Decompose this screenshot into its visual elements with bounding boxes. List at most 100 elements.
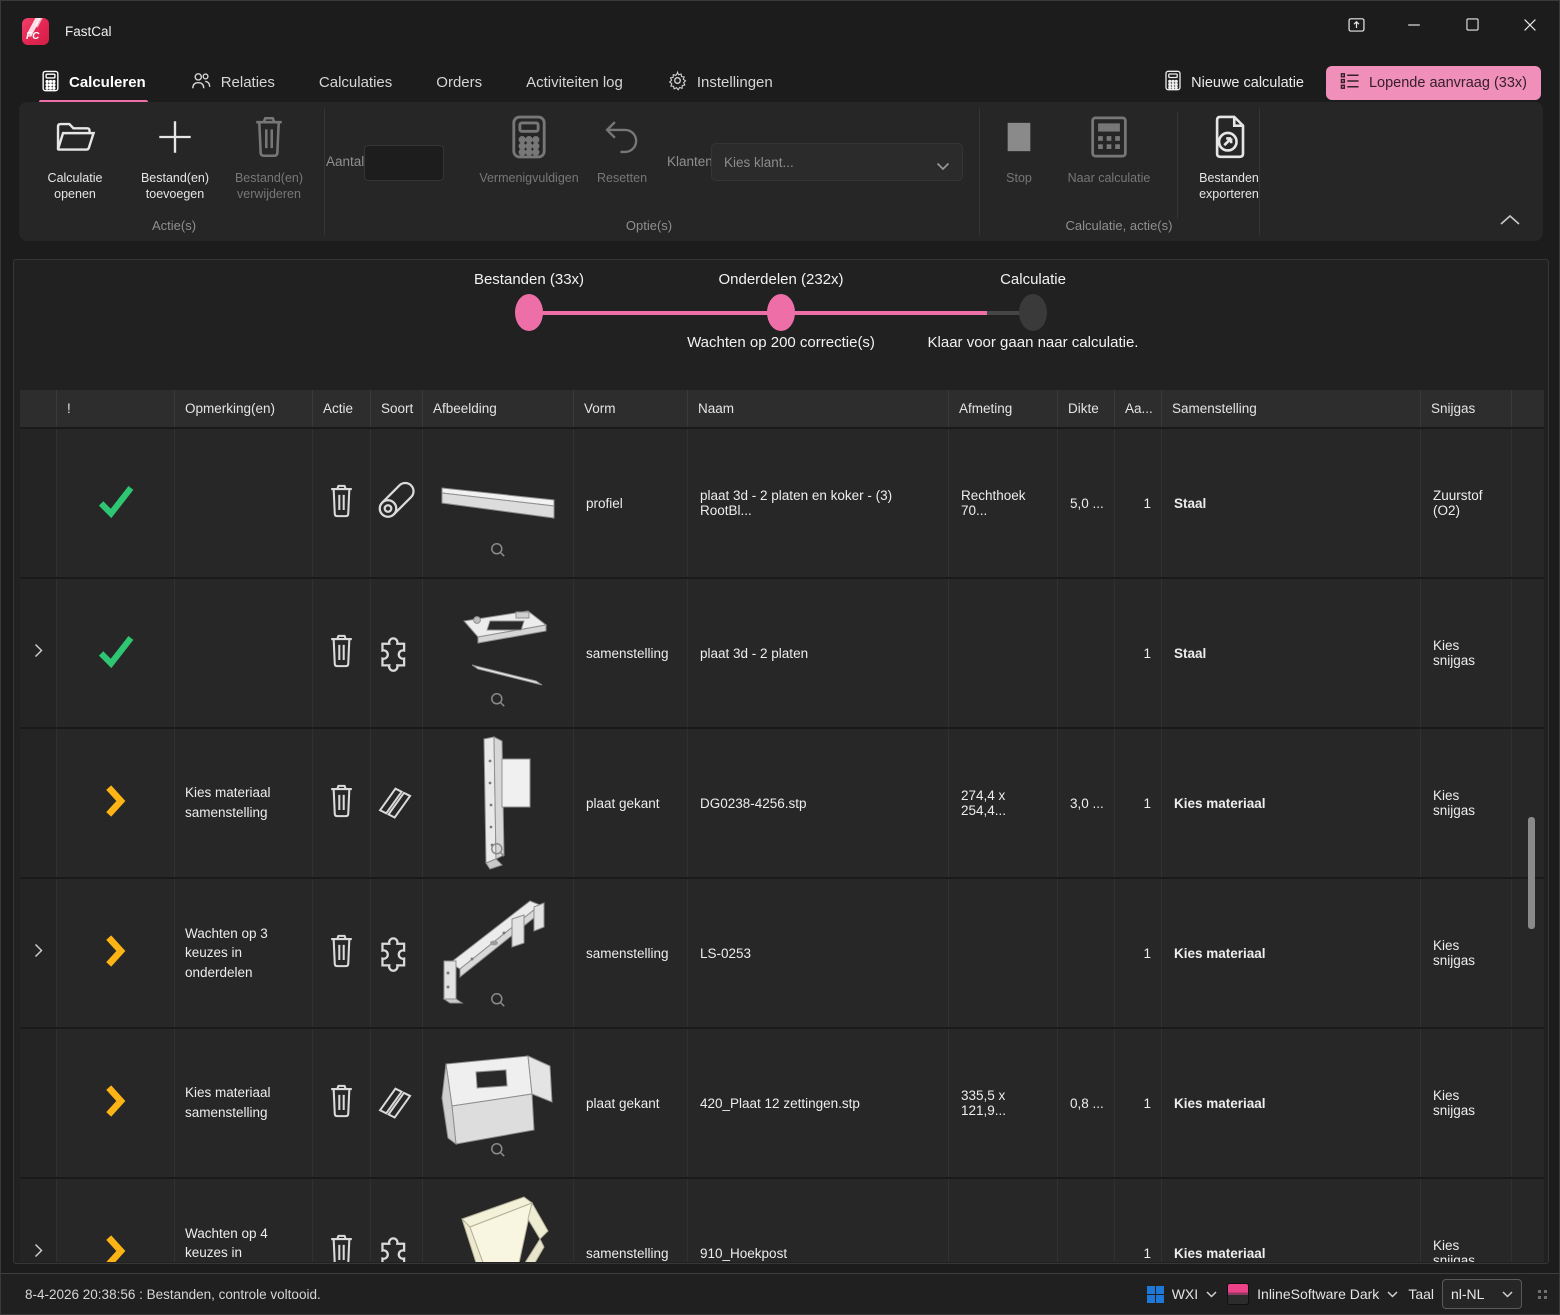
cell-afmeting: 335,5 x 121,9... — [949, 1029, 1058, 1177]
reset-label: Resetten — [596, 171, 648, 185]
cell-snijgas[interactable]: Kies snijgas — [1421, 1179, 1512, 1262]
column-header-afmeting[interactable]: Afmeting — [949, 390, 1058, 427]
zoom-magnifier-icon[interactable] — [490, 842, 506, 863]
tab-activiteiten-log[interactable]: Activiteiten log — [526, 61, 623, 104]
app-title: FastCal — [65, 23, 112, 39]
column-header-dikte[interactable]: Dikte — [1058, 390, 1115, 427]
popout-button[interactable] — [1327, 4, 1385, 50]
table-row[interactable]: Wachten op 4 keuzes in onderdelen samens… — [20, 1177, 1544, 1262]
customer-select[interactable]: Kies klant... — [711, 143, 963, 181]
minimize-button[interactable] — [1385, 4, 1443, 50]
table-row[interactable]: Kies materiaal samenstelling plaat gekan… — [20, 727, 1544, 877]
nav-bar: Calculeren Relaties Calculaties Orders A… — [1, 61, 1559, 104]
ribbon-group-actions-label: Actie(s) — [151, 218, 197, 233]
collapse-ribbon-button[interactable] — [1499, 213, 1521, 231]
new-calculation-button[interactable]: Nieuwe calculatie — [1164, 70, 1304, 95]
column-header-afbeelding[interactable]: Afbeelding — [423, 390, 574, 427]
amount-input[interactable] — [364, 145, 444, 181]
zoom-magnifier-icon[interactable] — [490, 992, 506, 1013]
theme-selector[interactable]: InlineSoftware Dark — [1227, 1283, 1398, 1305]
cell-status — [57, 579, 175, 727]
add-files-button[interactable]: Bestand(en) toevoegen — [127, 112, 223, 203]
cell-aantal: 1 — [1115, 879, 1162, 1027]
table-row[interactable]: samenstelling plaat 3d - 2 platen 1 Staa… — [20, 577, 1544, 727]
language-group: Taal nl-NL — [1408, 1279, 1522, 1309]
column-header-soort[interactable]: Soort — [371, 390, 423, 427]
cell-samenstelling[interactable]: Staal — [1162, 579, 1421, 727]
delete-row-button[interactable] — [313, 579, 371, 727]
scrollbar-thumb[interactable] — [1528, 817, 1535, 929]
column-header-actie[interactable]: Actie — [313, 390, 371, 427]
column-header-samenstelling[interactable]: Samenstelling — [1162, 390, 1421, 427]
cell-snijgas[interactable]: Kies snijgas — [1421, 729, 1512, 877]
cell-snijgas[interactable]: Kies snijgas — [1421, 1029, 1512, 1177]
zoom-magnifier-icon[interactable] — [490, 542, 506, 563]
column-header-status[interactable]: ! — [57, 390, 175, 427]
tab-instellingen[interactable]: Instellingen — [667, 61, 773, 104]
chevron-down-icon — [1206, 1290, 1217, 1298]
cell-samenstelling[interactable]: Kies materiaal — [1162, 1029, 1421, 1177]
warning-chevron-icon — [103, 784, 129, 823]
open-calculation-button[interactable]: Calculatie openen — [27, 112, 123, 203]
step-sublabel-onderdelen: Wachten op 200 correctie(s) — [687, 334, 875, 351]
delete-row-button[interactable] — [313, 429, 371, 577]
cell-naam: 910_Hoekpost — [688, 1179, 949, 1262]
step-dot-bestanden[interactable] — [515, 294, 543, 331]
remove-files-button: Bestand(en) verwijderen — [221, 112, 317, 203]
tab-relaties[interactable]: Relaties — [190, 61, 275, 104]
cell-samenstelling[interactable]: Kies materiaal — [1162, 1179, 1421, 1262]
close-button[interactable] — [1501, 4, 1559, 50]
cell-soort — [371, 1029, 423, 1177]
pending-request-button[interactable]: Lopende aanvraag (33x) — [1325, 65, 1541, 100]
delete-row-button[interactable] — [313, 879, 371, 1027]
tab-orders[interactable]: Orders — [436, 61, 482, 104]
delete-row-button[interactable] — [313, 729, 371, 877]
trash-icon — [325, 782, 358, 825]
table-row[interactable]: Wachten op 3 keuzes in onderdelen samens… — [20, 877, 1544, 1027]
resize-grip[interactable] — [1538, 1289, 1547, 1299]
trash-icon — [325, 1232, 358, 1262]
trash-icon — [325, 1082, 358, 1125]
tab-calculaties[interactable]: Calculaties — [319, 61, 392, 104]
cell-afbeelding — [423, 879, 574, 1027]
status-message: 8-4-2026 20:38:56 : Bestanden, controle … — [25, 1286, 321, 1302]
soort-assembly-puzzle-icon — [376, 930, 418, 977]
tab-calculeren[interactable]: Calculeren — [39, 61, 148, 104]
column-header-snijgas[interactable]: Snijgas — [1421, 390, 1512, 427]
cell-vorm: samenstelling — [574, 1179, 688, 1262]
cell-naam: plaat 3d - 2 platen en koker - (3) RootB… — [688, 429, 949, 577]
zoom-magnifier-icon[interactable] — [490, 1142, 506, 1163]
maximize-button[interactable] — [1443, 4, 1501, 50]
calculator-grid-icon — [1089, 115, 1129, 164]
cell-expand — [20, 1029, 57, 1177]
trash-icon — [325, 632, 358, 675]
column-header-aantal[interactable]: Aa... — [1115, 390, 1162, 427]
column-header-naam[interactable]: Naam — [688, 390, 949, 427]
cell-samenstelling[interactable]: Staal — [1162, 429, 1421, 577]
delete-row-button[interactable] — [313, 1029, 371, 1177]
stop-label: Stop — [1006, 171, 1032, 185]
cell-snijgas[interactable]: Kies snijgas — [1421, 579, 1512, 727]
vertical-scrollbar[interactable] — [1528, 390, 1535, 1261]
step-dot-calculatie[interactable] — [1019, 294, 1047, 331]
expand-row-button[interactable] — [20, 879, 57, 1027]
expand-row-button[interactable] — [20, 579, 57, 727]
step-dot-onderdelen[interactable] — [767, 294, 795, 331]
plus-icon — [152, 115, 198, 164]
column-header-opmerking[interactable]: Opmerking(en) — [175, 390, 313, 427]
expand-row-button[interactable] — [20, 1179, 57, 1262]
table-row[interactable]: Kies materiaal samenstelling plaat gekan… — [20, 1027, 1544, 1177]
language-select[interactable]: nl-NL — [1442, 1279, 1522, 1309]
cell-snijgas[interactable]: Zuurstof (O2) — [1421, 429, 1512, 577]
export-files-button[interactable]: Bestanden exporteren — [1183, 112, 1275, 203]
cell-samenstelling[interactable]: Kies materiaal — [1162, 729, 1421, 877]
zoom-magnifier-icon[interactable] — [490, 692, 506, 713]
cell-samenstelling[interactable]: Kies materiaal — [1162, 879, 1421, 1027]
column-header-vorm[interactable]: Vorm — [574, 390, 688, 427]
progress-stepper: Bestanden (33x) Onderdelen (232x) Calcul… — [14, 260, 1548, 390]
cell-snijgas[interactable]: Kies snijgas — [1421, 879, 1512, 1027]
table-row[interactable]: profiel plaat 3d - 2 platen en koker - (… — [20, 427, 1544, 577]
delete-row-button[interactable] — [313, 1179, 371, 1262]
cell-remark: Wachten op 4 keuzes in onderdelen — [175, 1179, 313, 1262]
wxi-selector[interactable]: WXI — [1146, 1285, 1217, 1303]
